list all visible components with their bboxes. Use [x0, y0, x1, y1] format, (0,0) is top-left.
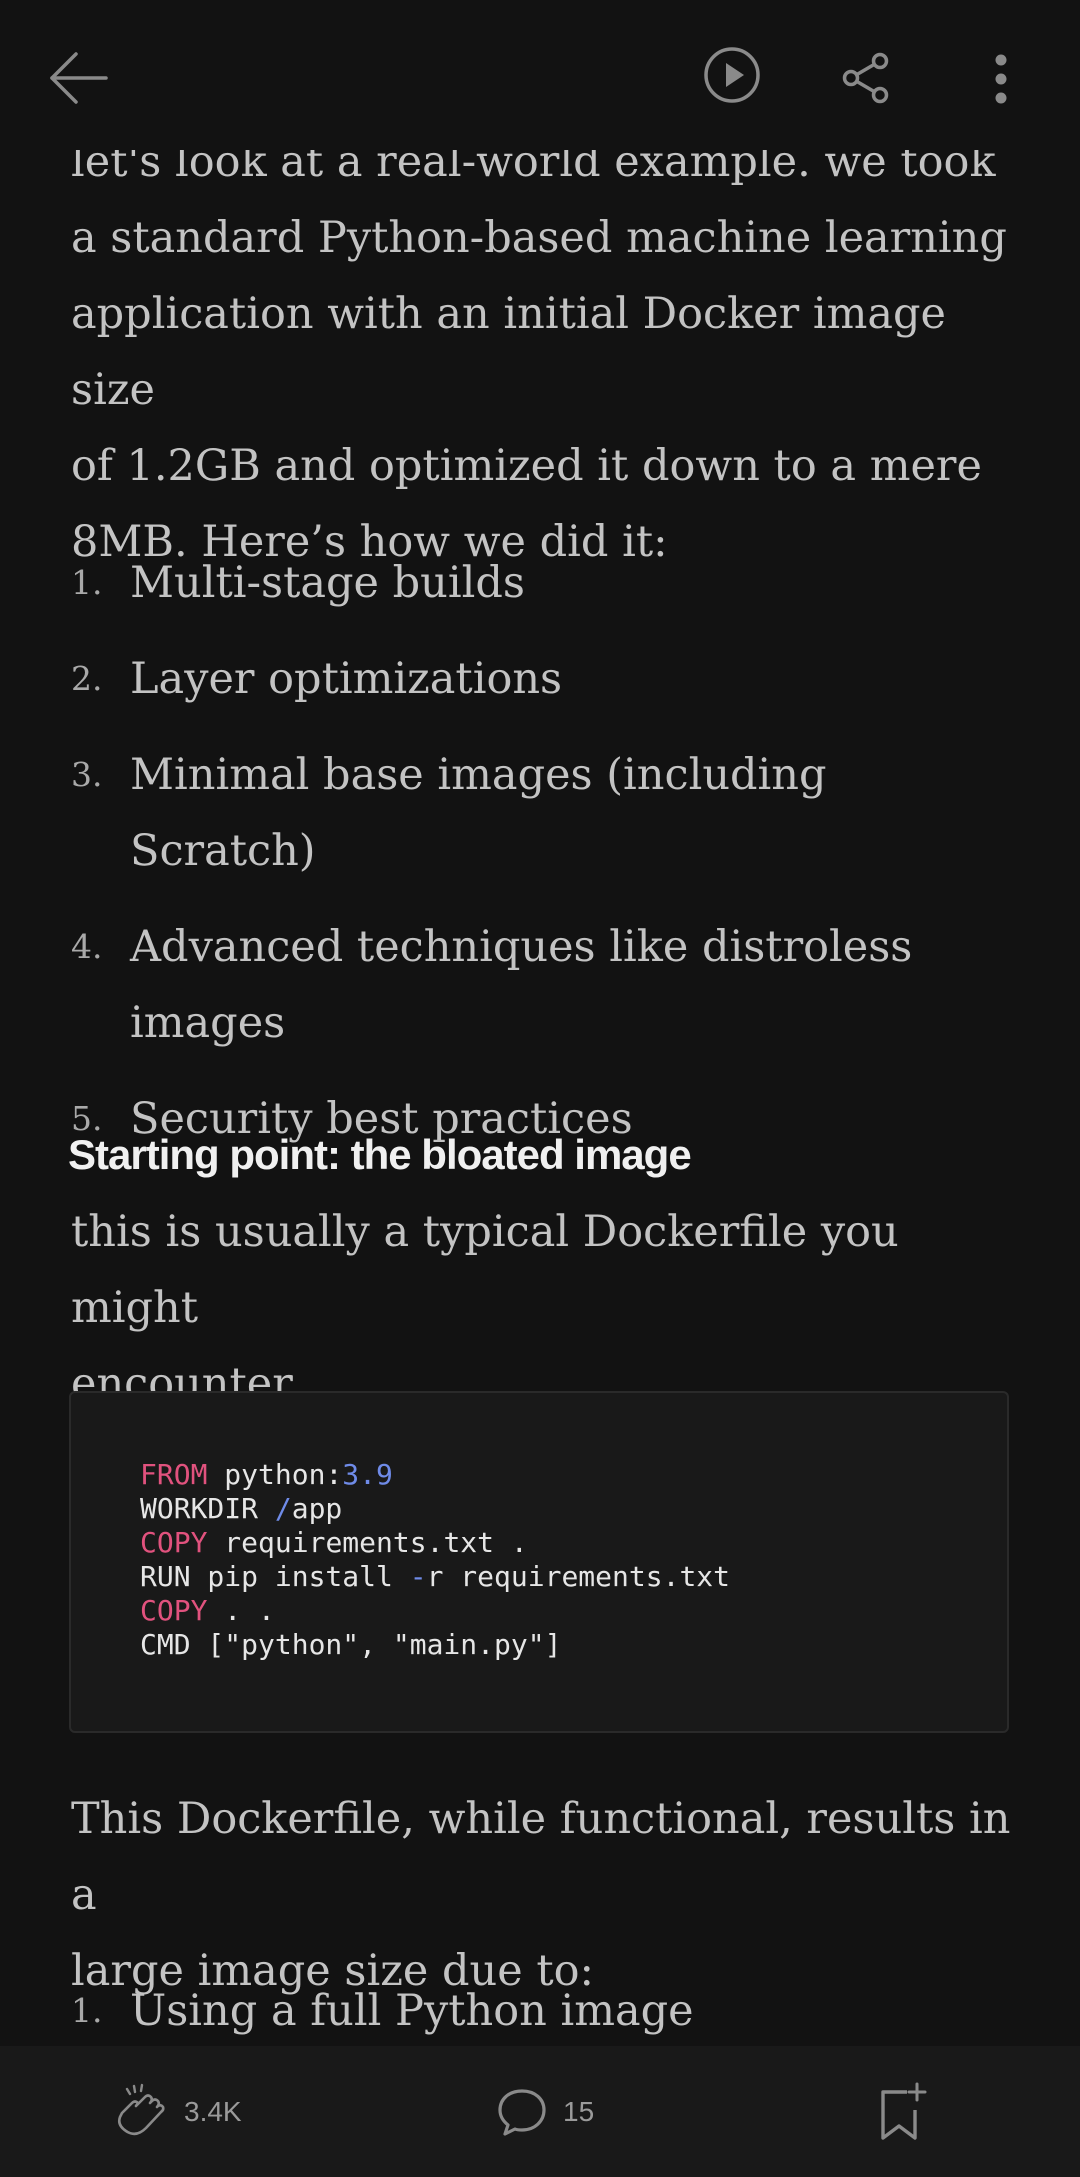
intro-line: a standard Python-based machine learning	[71, 213, 1007, 263]
more-options-button[interactable]	[989, 54, 1013, 104]
clap-count: 3.4K	[184, 2095, 242, 2127]
reasons-list: 1. Using a full Python image	[71, 1973, 1011, 2046]
list-text: Multi-stage builds	[130, 558, 525, 608]
code-token: 3.9	[342, 1458, 393, 1491]
code-token: . .	[207, 1594, 275, 1627]
code-token: CMD ["python", "main.py"]	[140, 1628, 562, 1661]
steps-list: 1. Multi-stage builds 2. Layer optimizat…	[71, 545, 1011, 1157]
share-icon	[842, 52, 889, 104]
share-button[interactable]	[841, 52, 891, 104]
code-token: -	[409, 1560, 427, 1593]
dockerfile-code: FROM python:3.9 WORKDIR /app COPY requir…	[140, 1458, 730, 1662]
list-number: 1.	[71, 1991, 103, 2030]
code-token: COPY	[140, 1594, 208, 1627]
listen-button[interactable]	[702, 45, 762, 105]
section-intro-line: this is usually a typical Dockerfile you…	[71, 1207, 899, 1333]
comment-icon	[498, 2088, 546, 2136]
section-intro: this is usually a typical Dockerfile you…	[71, 1194, 1011, 1422]
clap-icon	[117, 2083, 165, 2135]
list-text: Minimal base images (including Scratch)	[130, 750, 827, 876]
list-item: 1. Multi-stage builds	[71, 545, 1011, 621]
code-token: COPY	[140, 1526, 208, 1559]
outro-line: This Dockerfile, while functional, resul…	[71, 1794, 1011, 1920]
code-token: /	[274, 1492, 292, 1525]
top-app-bar	[0, 0, 1080, 150]
article-body: let's look at a real-world example. we t…	[0, 0, 1080, 2046]
list-text: Layer optimizations	[130, 654, 563, 704]
code-token: requirements.txt .	[207, 1526, 528, 1559]
list-item: 2. Layer optimizations	[71, 641, 1011, 717]
list-text: images	[130, 998, 286, 1048]
save-bookmark-button[interactable]	[879, 2082, 929, 2144]
comment-count: 15	[563, 2095, 595, 2127]
code-block[interactable]: FROM python:3.9 WORKDIR /app COPY requir…	[69, 1391, 1009, 1733]
back-button[interactable]	[46, 48, 110, 108]
list-item: 3. Minimal base images (including Scratc…	[71, 737, 1011, 889]
play-circle-icon	[704, 47, 760, 103]
arrow-left-icon	[50, 52, 108, 104]
clap-button[interactable]: 3.4K	[108, 2046, 242, 2177]
list-number: 2.	[71, 659, 103, 698]
list-number: 3.	[71, 755, 103, 794]
section-heading: Starting point: the bloated image	[68, 1131, 692, 1178]
more-vertical-icon	[995, 54, 1007, 104]
code-token: RUN pip install	[140, 1560, 410, 1593]
comments-button[interactable]: 15	[497, 2046, 594, 2177]
intro-line: of 1.2GB and optimized it down to a mere	[71, 441, 982, 491]
code-token: WORKDIR	[140, 1492, 275, 1525]
intro-line: application with an initial Docker image…	[71, 289, 946, 415]
intro-paragraph: let's look at a real-world example. we t…	[71, 124, 1011, 580]
list-item: 1. Using a full Python image	[71, 1973, 1011, 2046]
list-number: 1.	[71, 563, 103, 602]
bottom-action-bar: 3.4K 15	[0, 2046, 1080, 2177]
code-token: python:	[207, 1458, 343, 1491]
list-item: 4. Advanced techniques like distroless i…	[71, 909, 1011, 1061]
code-token: FROM	[140, 1458, 208, 1491]
bookmark-add-icon	[881, 2082, 927, 2140]
code-token: r requirements.txt	[426, 1560, 731, 1593]
list-text: Advanced techniques like distroless	[130, 922, 913, 972]
code-token: app	[291, 1492, 343, 1525]
list-number: 4.	[71, 927, 103, 966]
list-text: Using a full Python image	[130, 1986, 694, 2036]
